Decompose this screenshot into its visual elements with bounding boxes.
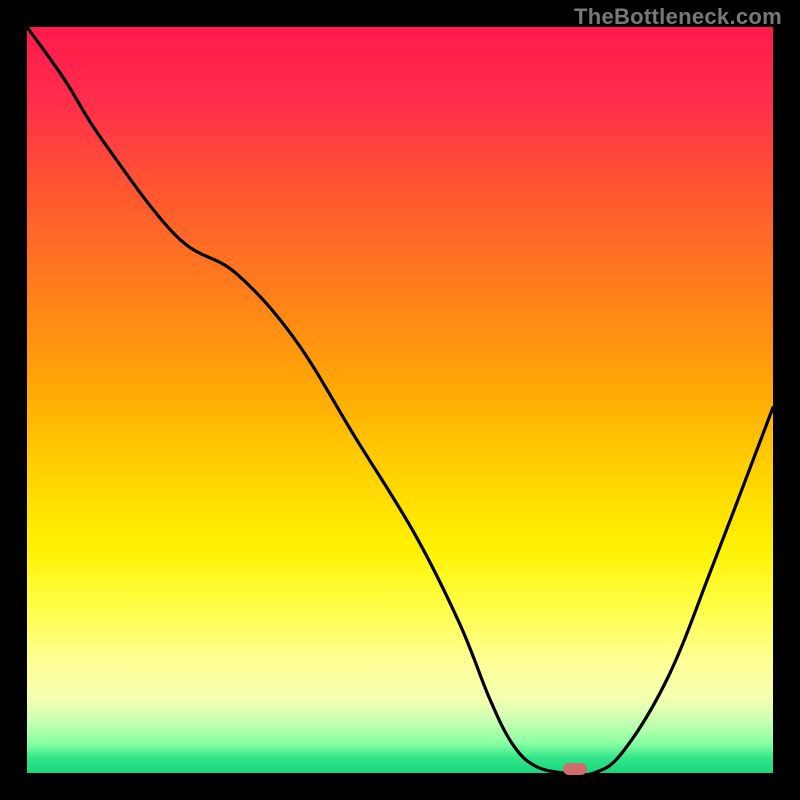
optimal-marker (563, 763, 587, 775)
plot-area (27, 27, 773, 773)
bottleneck-curve (27, 27, 773, 773)
chart-frame: TheBottleneck.com (0, 0, 800, 800)
